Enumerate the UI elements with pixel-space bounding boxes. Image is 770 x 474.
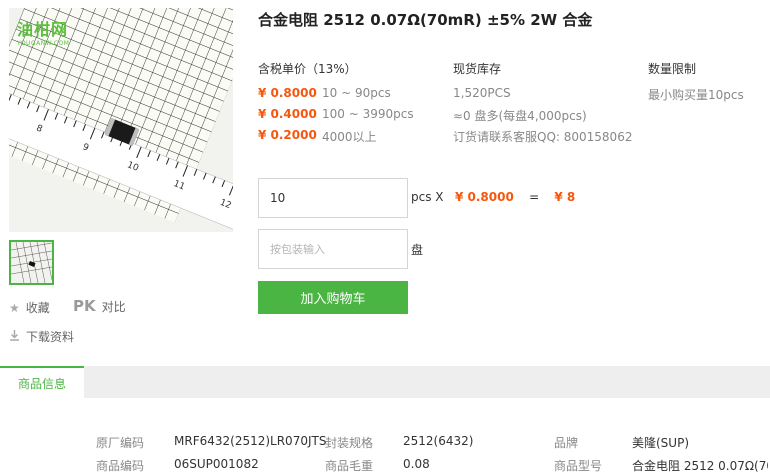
tab-bar (0, 366, 770, 398)
spec-label: 封装规格 (325, 436, 374, 450)
price-column-header: 含税单价（13%） (258, 62, 357, 76)
reel-unit-label: 盘 (411, 243, 424, 257)
tier-price: ¥ 0.8000 (258, 86, 317, 100)
compare-label: 对比 (101, 299, 126, 314)
price-tier: ¥ 0.4000 100 ~ 3990pcs (258, 107, 414, 121)
minimum-order: 最小购买量10pcs (648, 88, 744, 102)
favorite-label: 收藏 (25, 301, 50, 315)
add-to-cart-button[interactable]: 加入购物车 (258, 281, 408, 314)
quantity-input[interactable] (258, 178, 408, 218)
price-tier: ¥ 0.2000 4000以上 (258, 128, 377, 145)
tier-range: 10 ~ 90pcs (322, 86, 391, 100)
product-image: 78 910 1112 油柑网 YOUGANW.COM (9, 8, 233, 232)
equals-sign: = (529, 190, 540, 204)
download-icon (9, 329, 20, 344)
spec-label: 商品型号 (554, 459, 603, 473)
spec-label: 商品编码 (96, 459, 145, 473)
site-logo: 油柑网 YOUGANW.COM (17, 16, 69, 47)
tab-product-info[interactable]: 商品信息 (0, 366, 84, 398)
unit-price: ¥ 0.8000 (454, 190, 514, 204)
download-label: 下载资料 (26, 330, 75, 344)
logo-subtext: YOUGANW.COM (17, 40, 70, 47)
spec-value: 2512(6432) (403, 434, 474, 448)
product-thumbnail[interactable] (9, 240, 54, 285)
price-calculation: pcs X ¥ 0.8000 = ¥ 8 (411, 190, 575, 204)
tier-range: 4000以上 (322, 130, 377, 144)
stock-pcs: 1,520PCS (453, 86, 511, 100)
spec-value: MRF6432(2512)LR070JTS (174, 434, 327, 448)
spec-value: 06SUP001082 (174, 457, 259, 471)
star-icon: ★ (9, 300, 20, 315)
reel-quantity-input[interactable] (258, 229, 408, 269)
pk-icon: PK (73, 297, 96, 315)
spec-value: 0.08 (403, 457, 430, 471)
spec-label: 原厂编码 (96, 436, 145, 450)
download-datasheet-button[interactable]: 下载资料 (9, 328, 74, 345)
compare-button[interactable]: PK 对比 (73, 297, 126, 315)
tier-price: ¥ 0.2000 (258, 128, 317, 142)
spec-value: 合金电阻 2512 0.07Ω(70mR) ±5% 2W 合金 (632, 459, 768, 473)
stock-contact: 订货请联系客服QQ: 800158062 (453, 130, 633, 144)
tier-range: 100 ~ 3990pcs (322, 107, 414, 121)
stock-column-header: 现货库存 (453, 62, 502, 76)
favorite-button[interactable]: ★ 收藏 (9, 299, 50, 316)
limit-column-header: 数量限制 (648, 62, 697, 76)
stock-reels: ≈0 盘多(每盘4,000pcs) (453, 109, 587, 123)
logo-text: 油柑网 (17, 20, 69, 39)
product-title: 合金电阻 2512 0.07Ω(70mR) ±5% 2W 合金 (258, 11, 593, 29)
total-price: ¥ 8 (554, 190, 576, 204)
pcs-multiplier-label: pcs X (411, 190, 444, 204)
thumbnail-image (11, 242, 52, 283)
price-tier: ¥ 0.8000 10 ~ 90pcs (258, 86, 391, 100)
tier-price: ¥ 0.4000 (258, 107, 317, 121)
spec-value: 美隆(SUP) (632, 436, 690, 450)
spec-label: 商品毛重 (325, 459, 374, 473)
spec-label: 品牌 (554, 436, 579, 450)
